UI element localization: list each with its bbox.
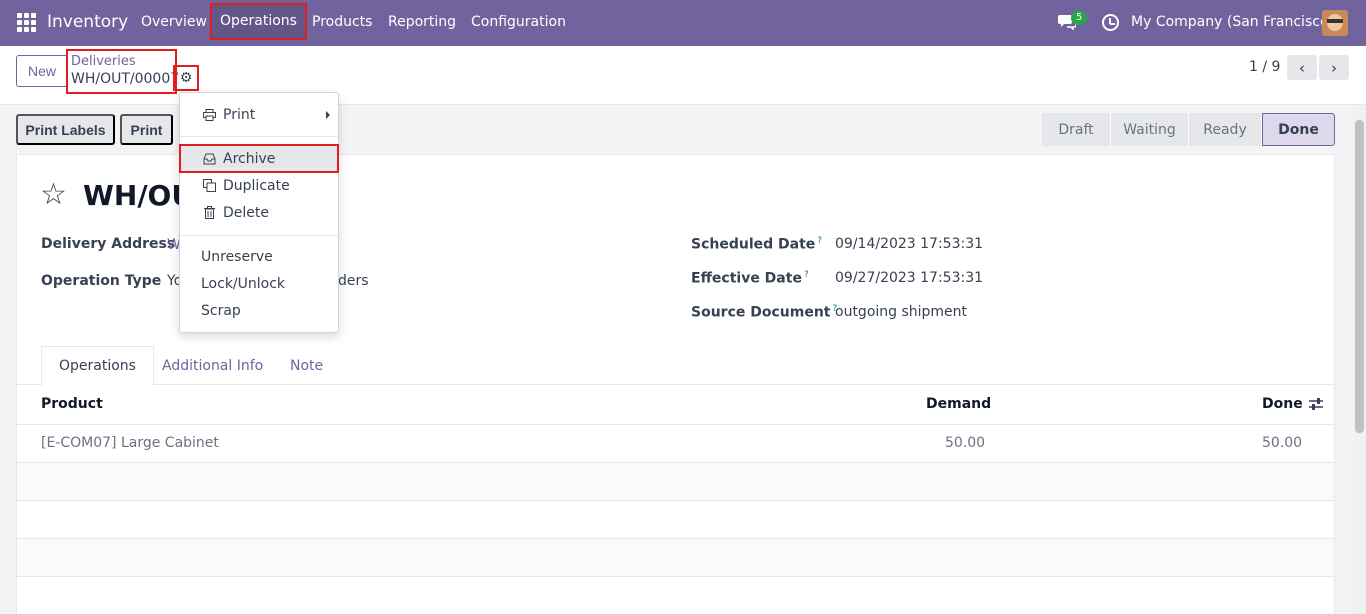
- status-ready[interactable]: Ready: [1189, 113, 1262, 146]
- empty-row: [17, 539, 1334, 577]
- status-bar: Draft Waiting Ready Done: [1042, 113, 1335, 146]
- menu-delete[interactable]: Delete: [180, 199, 338, 226]
- column-demand[interactable]: Demand: [926, 396, 991, 412]
- clock-icon[interactable]: [1102, 14, 1119, 31]
- effective-date-label-text: Effective Date: [691, 270, 802, 287]
- gear-icon[interactable]: ⚙: [173, 65, 199, 91]
- pager-previous-button[interactable]: ‹: [1287, 55, 1317, 80]
- menu-duplicate[interactable]: Duplicate: [180, 172, 338, 199]
- record-title: WH/OU: [83, 179, 195, 212]
- printer-icon: [202, 108, 216, 122]
- pager-value[interactable]: 1 / 9: [1249, 59, 1280, 75]
- menu-delete-label: Delete: [223, 204, 269, 221]
- tab-operations[interactable]: Operations: [41, 346, 154, 386]
- optional-columns-icon[interactable]: [1308, 397, 1324, 411]
- status-done[interactable]: Done: [1262, 113, 1335, 146]
- help-mark[interactable]: ?: [804, 270, 809, 280]
- effective-date-label: Effective Date?: [691, 270, 809, 287]
- copy-icon: [202, 179, 216, 193]
- menu-configuration[interactable]: Configuration: [471, 14, 566, 30]
- column-done[interactable]: Done: [1262, 396, 1303, 412]
- messages-badge: 5: [1071, 11, 1088, 25]
- menu-scrap[interactable]: Scrap: [180, 297, 338, 324]
- empty-row: [17, 577, 1334, 614]
- print-labels-button[interactable]: Print Labels: [16, 114, 115, 145]
- new-button[interactable]: New: [16, 55, 68, 87]
- menu-print[interactable]: Print: [180, 101, 338, 128]
- column-product[interactable]: Product: [41, 396, 103, 412]
- menu-operations[interactable]: Operations: [210, 3, 307, 40]
- menu-reporting[interactable]: Reporting: [388, 14, 456, 30]
- pager-next-button[interactable]: ›: [1319, 55, 1349, 80]
- company-switcher[interactable]: My Company (San Francisco): [1131, 14, 1334, 30]
- table-row[interactable]: [E-COM07] Large Cabinet 50.00 50.00: [17, 425, 1334, 463]
- menu-archive[interactable]: Archive: [179, 144, 339, 173]
- menu-unreserve[interactable]: Unreserve: [180, 243, 338, 270]
- tab-note[interactable]: Note: [273, 346, 340, 385]
- status-waiting[interactable]: Waiting: [1111, 113, 1189, 146]
- breadcrumb-deliveries[interactable]: Deliveries: [71, 54, 172, 70]
- menu-products[interactable]: Products: [312, 14, 372, 30]
- scrollbar-thumb[interactable]: [1355, 120, 1364, 433]
- notebook-tabs: Operations Additional Info Note: [16, 346, 1335, 386]
- menu-divider: [180, 235, 338, 236]
- operation-type-label: Operation Type: [41, 273, 162, 289]
- operation-type-value-end[interactable]: ders: [338, 273, 369, 289]
- star-icon[interactable]: ☆: [40, 180, 67, 210]
- product-cell[interactable]: [E-COM07] Large Cabinet: [41, 435, 219, 451]
- delivery-address-label: Delivery Address: [41, 236, 176, 252]
- inbox-icon: [202, 152, 216, 166]
- effective-date-value[interactable]: 09/27/2023 17:53:31: [835, 270, 983, 286]
- status-draft[interactable]: Draft: [1042, 113, 1111, 146]
- menu-divider: [180, 136, 338, 137]
- menu-duplicate-label: Duplicate: [223, 177, 290, 194]
- breadcrumb-current: WH/OUT/00007: [71, 71, 180, 87]
- scheduled-date-label-text: Scheduled Date: [691, 236, 816, 253]
- menu-archive-label: Archive: [223, 150, 276, 167]
- chevron-right-icon: [326, 110, 330, 119]
- source-document-label: Source Document?: [691, 304, 837, 321]
- scheduled-date-value[interactable]: 09/14/2023 17:53:31: [835, 236, 983, 252]
- help-mark[interactable]: ?: [817, 236, 822, 246]
- menu-overview[interactable]: Overview: [141, 14, 207, 30]
- top-navbar: Inventory Overview Operations Products R…: [0, 0, 1366, 46]
- empty-row: [17, 501, 1334, 539]
- menu-print-label: Print: [223, 106, 256, 123]
- apps-grid-icon[interactable]: [17, 13, 36, 32]
- source-document-label-text: Source Document: [691, 304, 831, 321]
- done-cell[interactable]: 50.00: [1262, 435, 1302, 451]
- trash-icon: [202, 206, 216, 220]
- print-button[interactable]: Print: [120, 114, 173, 145]
- gear-dropdown-menu: Print Archive Duplicate Delete Unreserve…: [179, 92, 339, 333]
- table-header: Product Demand Done: [17, 385, 1334, 425]
- empty-row: [17, 463, 1334, 501]
- user-avatar[interactable]: [1322, 10, 1348, 36]
- tab-additional-info[interactable]: Additional Info: [145, 346, 280, 385]
- breadcrumb: Deliveries WH/OUT/00007: [66, 49, 180, 94]
- app-name[interactable]: Inventory: [47, 12, 128, 32]
- scheduled-date-label: Scheduled Date?: [691, 236, 822, 253]
- source-document-value[interactable]: outgoing shipment: [835, 304, 967, 320]
- menu-lock-unlock[interactable]: Lock/Unlock: [180, 270, 338, 297]
- demand-cell[interactable]: 50.00: [945, 435, 985, 451]
